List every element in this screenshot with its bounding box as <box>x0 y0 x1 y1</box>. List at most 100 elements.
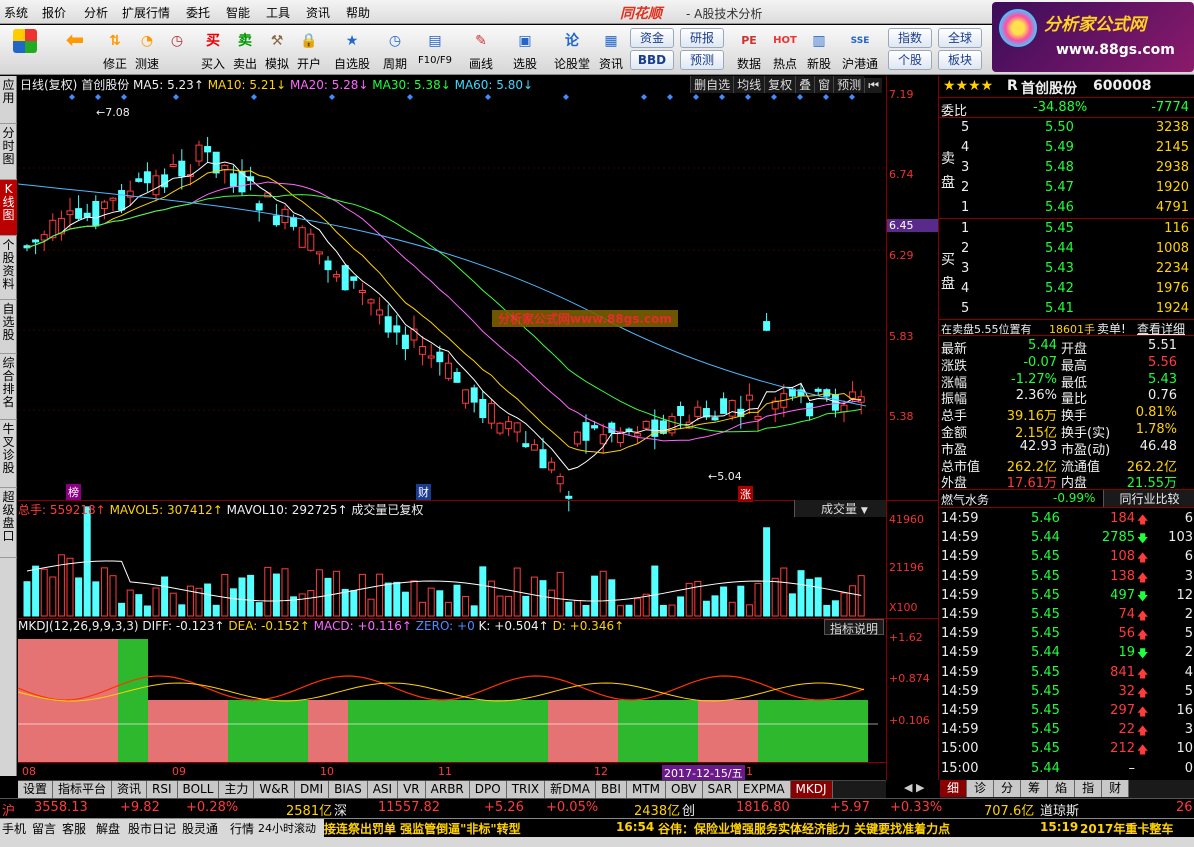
tab-kline[interactable]: K线图 <box>0 180 17 236</box>
scroll-right-icon[interactable]: ▶ <box>916 781 924 794</box>
remove-watchlist-button[interactable]: 删自选 <box>690 76 734 93</box>
menu-trade[interactable]: 委托 <box>186 4 210 21</box>
data-button[interactable]: PE 数据 <box>732 27 766 73</box>
panel-tab[interactable]: 细 <box>940 780 968 797</box>
indicator-tab[interactable]: EXPMA <box>737 781 791 798</box>
sell-level-row[interactable]: 5 5.50 3238 <box>939 119 1194 138</box>
status-rolling[interactable]: 24小时滚动 <box>258 820 316 836</box>
tab-diagnosis[interactable]: 牛叉诊股 <box>0 420 17 488</box>
forecast-button[interactable]: 预测 <box>680 50 724 70</box>
sh-hk-button[interactable]: SSE 沪港通 <box>838 27 882 73</box>
sell-level-row[interactable]: 1 5.46 4791 <box>939 199 1194 218</box>
indicator-help-button[interactable]: 指标说明 <box>824 619 884 636</box>
news-headline-1[interactable]: 接连祭出罚单 强监管倒逼"非标"转型 <box>324 820 521 837</box>
big-order-notice[interactable]: 在卖盘5.55位置有 18601手 卖单! 查看详细 <box>939 320 1194 336</box>
indicator-tab[interactable]: MKDJ <box>790 781 833 798</box>
indicator-tab[interactable]: 设置 <box>18 781 54 798</box>
indicator-tab[interactable]: VR <box>398 781 426 798</box>
buy-level-row[interactable]: 4 5.42 1976 <box>939 280 1194 299</box>
ma-button[interactable]: 均线 <box>733 76 765 93</box>
view-detail-link[interactable]: 查看详细 <box>1137 320 1185 337</box>
simulate-button[interactable]: ⚒ 模拟 <box>260 27 294 73</box>
sell-level-row[interactable]: 2 5.47 1920 <box>939 179 1194 198</box>
skip-icon[interactable]: ⏮ <box>864 78 882 93</box>
menu-tools[interactable]: 工具 <box>266 4 290 21</box>
status-market[interactable]: 行情 <box>230 820 254 837</box>
panel-tab[interactable]: 诊 <box>967 780 995 797</box>
news-headline-3[interactable]: 2017年重卡整车 <box>1080 820 1173 837</box>
sector-button[interactable]: 板块 <box>938 50 982 70</box>
scroll-left-icon[interactable]: ◀ <box>904 781 912 794</box>
menu-extended[interactable]: 扩展行情 <box>122 4 170 21</box>
cai-badge[interactable]: 财 <box>416 484 431 500</box>
fund-button[interactable]: 资金 <box>630 28 674 48</box>
indicator-tab[interactable]: ARBR <box>425 781 470 798</box>
panel-tab[interactable]: 分 <box>994 780 1022 797</box>
tab-watchlist[interactable]: 自选股 <box>0 300 17 354</box>
volume-selector[interactable]: 成交量 ▼ <box>794 500 886 517</box>
indicator-tab[interactable]: W&R <box>254 781 295 798</box>
indicator-tab[interactable]: BBI <box>595 781 627 798</box>
indicator-tab[interactable]: 资讯 <box>112 781 148 798</box>
global-button[interactable]: 全球 <box>938 28 982 48</box>
tab-super-level2[interactable]: 超级盘口 <box>0 488 17 558</box>
news-button[interactable]: ▦ 资讯 <box>594 27 628 73</box>
buy-level-row[interactable]: 2 5.44 1008 <box>939 240 1194 259</box>
layout-button[interactable] <box>8 27 42 73</box>
status-diary[interactable]: 股市日记 <box>128 820 176 837</box>
f10-button[interactable]: ▤ F10/F9 <box>414 27 456 73</box>
stock-select-button[interactable]: ▣ 选股 <box>508 27 542 73</box>
sh-name[interactable]: 沪 <box>2 800 15 819</box>
menu-news[interactable]: 资讯 <box>306 4 330 21</box>
buy-button[interactable]: 买买入 <box>196 27 230 73</box>
sell-button[interactable]: 卖卖出 <box>228 27 262 73</box>
menu-analysis[interactable]: 分析 <box>84 4 108 21</box>
period-button[interactable]: ◷ 周期 <box>378 27 412 73</box>
industry-compare-button[interactable]: 同行业比较 <box>1103 490 1194 507</box>
cy-name[interactable]: 创 <box>682 800 695 819</box>
tab-stock-info[interactable]: 个股资料 <box>0 236 17 300</box>
news-ticker[interactable]: 接连祭出罚单 强监管倒逼"非标"转型 16:54 谷伟：保险业增强服务实体经济能… <box>324 819 1194 837</box>
sell-level-row[interactable]: 3 5.48 2938 <box>939 159 1194 178</box>
window-button[interactable]: 窗 <box>814 76 834 93</box>
indicator-tab[interactable]: RSI <box>147 781 178 798</box>
bbd-button[interactable]: BBD <box>630 50 674 70</box>
menu-help[interactable]: 帮助 <box>346 4 370 21</box>
indicator-tab[interactable]: BOLL <box>177 781 220 798</box>
tab-scroll[interactable]: ◀ ▶ <box>904 781 936 797</box>
sz-name[interactable]: 深 <box>334 800 347 819</box>
menu-smart[interactable]: 智能 <box>226 4 250 21</box>
indicator-tab[interactable]: MTM <box>626 781 666 798</box>
indicator-tab[interactable]: 指标平台 <box>53 781 113 798</box>
speed-test-button[interactable]: ◔ 测速 <box>130 27 164 73</box>
back-button[interactable]: ⬅ <box>58 27 92 73</box>
overlay-button[interactable]: 叠 <box>795 76 815 93</box>
tab-apps[interactable]: 应用 <box>0 76 17 124</box>
indicator-tab[interactable]: TRIX <box>506 781 546 798</box>
sell-level-row[interactable]: 4 5.49 2145 <box>939 139 1194 158</box>
news-headline-2[interactable]: 谷伟：保险业增强服务实体经济能力 关键要找准着力点 <box>658 820 950 837</box>
indicator-tab[interactable]: 主力 <box>219 781 255 798</box>
indicator-tab[interactable]: DMI <box>294 781 330 798</box>
bang-badge[interactable]: 榜 <box>66 484 81 500</box>
tab-ranking[interactable]: 综合排名 <box>0 354 17 420</box>
menu-quote[interactable]: 报价 <box>42 4 66 21</box>
tab-intraday[interactable]: 分时图 <box>0 124 17 180</box>
buy-level-row[interactable]: 1 5.45 116 <box>939 220 1194 239</box>
status-message[interactable]: 留言 <box>32 820 56 837</box>
research-button[interactable]: 研报 <box>680 28 724 48</box>
predict-button[interactable]: 预测 <box>833 76 865 93</box>
status-gulingtong[interactable]: 股灵通 <box>182 820 218 837</box>
status-service[interactable]: 客服 <box>62 820 86 837</box>
forum-button[interactable]: 论论股堂 <box>552 27 592 73</box>
status-mobile[interactable]: 手机 <box>2 820 26 837</box>
new-stock-button[interactable]: ▥ 新股 <box>802 27 836 73</box>
panel-tab[interactable]: 焰 <box>1048 780 1076 797</box>
panel-tab[interactable]: 指 <box>1075 780 1103 797</box>
hot-button[interactable]: HOT 热点 <box>768 27 802 73</box>
indicator-tab[interactable]: BIAS <box>329 781 368 798</box>
indicator-tab[interactable]: DPO <box>469 781 507 798</box>
tick-list[interactable]: 14:59 5.46 184 🡅 6 14:59 5.44 2785 🡇 103 14:59 5.45… <box>939 510 1194 780</box>
indicator-tab[interactable]: SAR <box>702 781 738 798</box>
buy-level-row[interactable]: 3 5.43 2234 <box>939 260 1194 279</box>
